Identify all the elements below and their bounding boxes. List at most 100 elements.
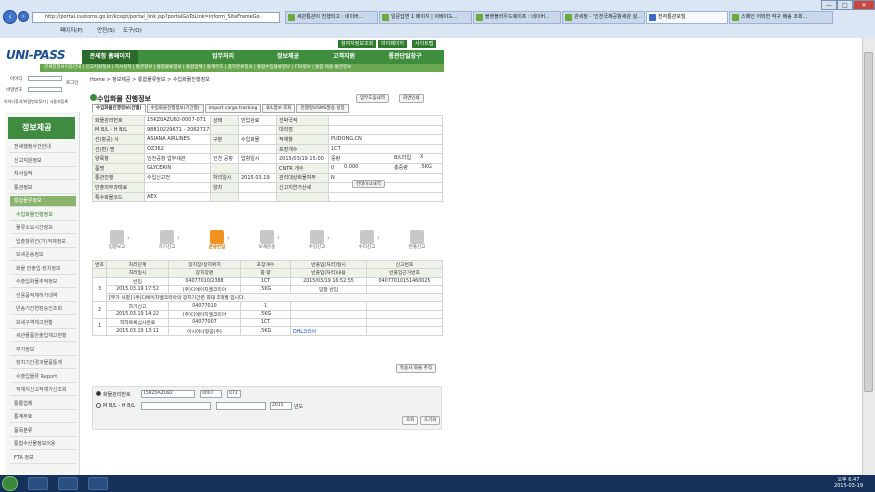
join-links[interactable]: 아이디찾기/비밀번호찾기 | 사용자등록 bbox=[4, 99, 68, 105]
browser-tab-6[interactable]: 스페인 어떠한 작구 배송 조회... bbox=[729, 11, 833, 24]
tab-favicon-icon bbox=[732, 14, 739, 21]
sidebar-item[interactable]: FTA 정보 bbox=[10, 453, 76, 464]
ie-taskbar-icon[interactable] bbox=[28, 477, 48, 490]
process-step-icon bbox=[110, 230, 124, 244]
toplink-2[interactable]: 사이트맵 bbox=[412, 40, 437, 48]
sidebar-item[interactable]: 신고지원정보 bbox=[10, 156, 76, 167]
sidebar-item[interactable]: 보세구역재고현황 bbox=[10, 318, 76, 329]
info-cell: 양륙항 bbox=[92, 153, 145, 164]
browser-tab-5[interactable]: 전자통관포털 bbox=[646, 11, 728, 24]
nav-info[interactable]: 정보제공 bbox=[258, 50, 318, 64]
pw-field[interactable] bbox=[28, 87, 62, 92]
toplink-1[interactable]: 마이페이지 bbox=[378, 40, 408, 48]
minimize-button[interactable]: — bbox=[821, 0, 837, 10]
tab-sms-setting[interactable]: 진행정보SMS발송 설정 bbox=[296, 104, 349, 113]
nav-customs-home[interactable]: 관세청 홈페이지 bbox=[82, 50, 138, 64]
explorer-taskbar-icon[interactable] bbox=[58, 477, 78, 490]
sidebar-item[interactable]: 통합물류정보 bbox=[10, 196, 76, 207]
sidebar-item[interactable]: 수출입화물추적정보 bbox=[10, 277, 76, 288]
back-button[interactable]: ‹ bbox=[3, 10, 17, 24]
sidebar-item[interactable]: 반송기간연장승인조회 bbox=[10, 304, 76, 315]
sidebar-item[interactable]: 통합수산물정보이용 bbox=[10, 439, 76, 450]
info-cell bbox=[210, 124, 239, 136]
unipass-logo[interactable]: UNI-PASS bbox=[6, 48, 66, 62]
nav-business[interactable]: 업무처리 bbox=[188, 50, 258, 64]
msn-input[interactable]: 0007 bbox=[200, 390, 222, 398]
mrn-input[interactable]: 15KZ0AZU82 bbox=[141, 390, 195, 398]
sidebar-item[interactable]: 입출항위선(기)적재정보 bbox=[10, 237, 76, 248]
sidebar-item[interactable]: 수입화물진행정보 bbox=[10, 210, 76, 221]
browser-tab-4[interactable]: 관세청 - '인천국제공항세관 설... bbox=[562, 11, 645, 24]
info-cell: CNTR 개수 bbox=[276, 162, 329, 174]
sidebar-item[interactable]: 통통업체 bbox=[10, 399, 76, 410]
hbl-input[interactable] bbox=[216, 402, 266, 410]
tab-by-period[interactable]: 수입화물진행정보(기간별) bbox=[146, 104, 204, 113]
login-button[interactable]: 로그인 bbox=[66, 80, 78, 86]
process-step-icon bbox=[210, 230, 224, 244]
sidebar-item[interactable]: 통관정보 bbox=[10, 183, 76, 194]
history-header: 장치장/장치위치 bbox=[168, 259, 241, 270]
browser-tab-1[interactable]: 세관통관이 진행되고 : 네이버... bbox=[285, 11, 378, 24]
print-button[interactable]: 화면인쇄 bbox=[399, 94, 424, 103]
sidebar-item[interactable]: 자사실적 bbox=[10, 169, 76, 180]
info-cell bbox=[210, 191, 239, 203]
info-cell: 15KZ0AZU82-0007-071 bbox=[144, 115, 211, 126]
info-cell: PUDONG,CN bbox=[328, 134, 443, 145]
reset-button[interactable]: 초기화 bbox=[420, 416, 441, 425]
process-step-label: 운송반입 bbox=[208, 245, 226, 250]
start-button[interactable] bbox=[2, 476, 18, 491]
sidebar-item[interactable]: 세관물품반출입재고현황 bbox=[10, 331, 76, 342]
sidebar-item[interactable]: 장치기간경과물품통계 bbox=[10, 358, 76, 369]
sidebar-item[interactable]: 보세운송정보 bbox=[10, 250, 76, 261]
sidebar-item[interactable]: 통계부호 bbox=[10, 412, 76, 423]
sidebar-item[interactable]: 화물 반출입·장치정보 bbox=[10, 264, 76, 275]
menu-tools[interactable]: 도구(O) bbox=[123, 26, 142, 34]
menu-page[interactable]: 페이지(P) bbox=[60, 26, 83, 34]
tab-by-item[interactable]: 수입화물진행정보(건별) bbox=[92, 104, 146, 113]
tab-bl-info[interactable]: B/L정보 조회 bbox=[262, 104, 296, 113]
hsn-input[interactable]: 071 bbox=[227, 390, 241, 398]
scrollbar-thumb[interactable] bbox=[864, 52, 873, 392]
nav-single-window[interactable]: 통관단일창구 bbox=[370, 50, 440, 64]
id-field[interactable] bbox=[28, 76, 62, 81]
mbl-input[interactable] bbox=[141, 402, 211, 410]
maximize-button[interactable]: □ bbox=[837, 0, 853, 10]
app-taskbar-icon[interactable] bbox=[88, 477, 108, 490]
sidebar-item[interactable]: 물류소요시간정보 bbox=[10, 223, 76, 234]
info-cell: GLYCERIN bbox=[144, 162, 211, 174]
help-button[interactable]: 업무도움내역 bbox=[356, 94, 389, 103]
toplink-0[interactable]: 참여자정보조회 bbox=[338, 40, 377, 48]
tab-cargo-tracking[interactable]: import cargo tracking bbox=[204, 104, 262, 113]
browser-tab-3[interactable]: 블랜블라우드웨이프 : 네이버... bbox=[473, 11, 561, 24]
menu-safety[interactable]: 안전(S) bbox=[97, 26, 115, 34]
radio-cargo-no[interactable] bbox=[96, 391, 101, 396]
courier-tracking-button[interactable]: 특송사 화물 추적 bbox=[396, 364, 436, 373]
radio-bl[interactable] bbox=[96, 403, 101, 408]
pw-label: 비밀번호 bbox=[6, 88, 23, 93]
process-arrow-icon: › bbox=[127, 234, 130, 242]
sidebar-item[interactable]: 적재지신고적재가신조회 bbox=[10, 385, 76, 396]
query-button[interactable]: 조회 bbox=[402, 416, 419, 425]
sub-nav[interactable]: 관세청정보이용안내 | 신고지원정보 | 자사실적 | 통관정보 | 통합물류정… bbox=[40, 64, 444, 72]
address-bar[interactable]: http://portal.customs.go.kr/kcsipt/porta… bbox=[32, 12, 280, 23]
sidebar-item[interactable]: 부가정보 bbox=[10, 345, 76, 356]
browser-tab-2[interactable]: 일문답변 1 페이지 | 이베이드... bbox=[379, 11, 472, 24]
info-cell bbox=[238, 182, 277, 193]
sidebar-item[interactable]: 전세행정사건안내 bbox=[10, 142, 76, 153]
info-cell: 신고지연가산세 bbox=[276, 182, 329, 193]
info-row: 양륙항 인천공항 업무세관 인천 공항 입항일시 2015/03/19 15:00 중량 bbox=[92, 153, 443, 164]
forward-button[interactable]: › bbox=[18, 11, 29, 22]
history-loc_name: (주)디에이치엘코리아 bbox=[168, 284, 241, 295]
container-detail-button[interactable]: 컨테이너내역 bbox=[352, 180, 385, 188]
info-cell: 상태 bbox=[210, 115, 239, 126]
info-cell: 반출의무과태료 bbox=[92, 182, 145, 193]
sidebar-item[interactable]: 선용품적재허가내역 bbox=[10, 291, 76, 302]
info-cell: 화물관리번호 bbox=[92, 115, 145, 126]
clock[interactable]: 오후 6:47 2015-03-19 bbox=[834, 477, 863, 489]
year-select[interactable]: 2015 bbox=[270, 402, 292, 410]
sidebar-item[interactable]: 수출입물류 Report bbox=[10, 372, 76, 383]
nav-support[interactable]: 고객지원 bbox=[318, 50, 370, 64]
close-window-button[interactable]: ✕ bbox=[853, 0, 875, 10]
info-cell: N bbox=[328, 172, 443, 184]
sidebar-item[interactable]: 품목분류 bbox=[10, 426, 76, 437]
